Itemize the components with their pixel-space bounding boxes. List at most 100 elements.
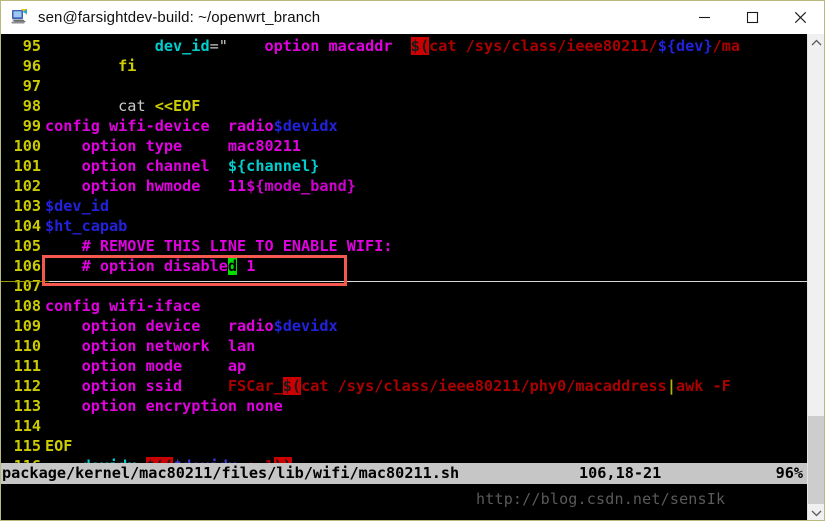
status-cursor-position: 106,18-21 [579, 464, 662, 482]
line-number: 96 [22, 57, 41, 75]
code-line[interactable]: 110 option network lan [1, 336, 807, 356]
code-token: radio [227, 117, 274, 135]
code-token: option mode [81, 357, 183, 375]
code-token: | [666, 377, 676, 395]
chevron-up-icon[interactable] [808, 34, 824, 51]
code-line[interactable]: 95 dev_id=" option macaddr $(cat /sys/cl… [1, 36, 807, 56]
vertical-scrollbar[interactable] [807, 34, 824, 520]
code-token: 11 [227, 177, 247, 195]
terminal-window: sen@farsightdev-build: ~/openwrt_branch … [0, 0, 825, 521]
code-token: $( [410, 37, 430, 55]
code-line[interactable]: 100 option type mac80211 [1, 136, 807, 156]
code-token: fi [118, 57, 137, 75]
code-token: option channel [81, 157, 210, 175]
line-number: 97 [22, 77, 41, 95]
line-number: 107 [13, 277, 41, 295]
code-token: $( [282, 377, 302, 395]
line-number: 98 [22, 97, 41, 115]
code-line[interactable]: 108 config wifi-iface [1, 296, 807, 316]
line-number: 104 [13, 217, 41, 235]
terminal-body[interactable]: 95 dev_id=" option macaddr $(cat /sys/cl… [1, 34, 807, 520]
code-line[interactable]: 96 fi [1, 56, 807, 76]
code-line[interactable]: 104 $ht_capab [1, 216, 807, 236]
code-line[interactable]: 106 # option disabled 1 [1, 256, 807, 276]
line-number: 114 [13, 417, 41, 435]
code-token: =" [209, 37, 228, 55]
code-token: /ma [712, 37, 740, 55]
code-line[interactable]: 101 option channel ${channel} [1, 156, 807, 176]
code-token: EOF [45, 437, 73, 455]
line-number: 100 [13, 137, 41, 155]
code-line[interactable]: 111 option mode ap [1, 356, 807, 376]
line-number: 113 [13, 397, 41, 415]
code-token: config wifi-device [45, 117, 210, 135]
code-token: ap [227, 357, 247, 375]
maximize-icon[interactable] [728, 1, 776, 34]
line-number: 106 [13, 257, 41, 275]
line-number: 108 [13, 297, 41, 315]
code-token: $devidx [273, 117, 338, 135]
code-token: cat [118, 97, 155, 115]
vim-buffer[interactable]: 95 dev_id=" option macaddr $(cat /sys/cl… [1, 36, 807, 476]
code-token: ${channel} [227, 157, 320, 175]
code-line[interactable]: 105 # REMOVE THIS LINE TO ENABLE WIFI: [1, 236, 807, 256]
line-number: 101 [13, 157, 41, 175]
code-token: option network [81, 337, 210, 355]
watermark-text: http://blog.csdn.net/sensIk [476, 490, 726, 508]
code-token: # REMOVE THIS LINE TO ENABLE WIFI: [81, 237, 393, 255]
status-file-path: package/kernel/mac80211/files/lib/wifi/m… [2, 464, 460, 482]
code-line[interactable]: 103 $dev_id [1, 196, 807, 216]
code-token: # option disable [81, 257, 228, 275]
close-icon[interactable] [776, 1, 824, 34]
line-number: 105 [13, 237, 41, 255]
code-line[interactable]: 109 option device radio$devidx [1, 316, 807, 336]
status-scroll-percent: 96% [775, 464, 803, 482]
code-line[interactable]: 107 [1, 276, 807, 296]
minimize-icon[interactable] [680, 1, 728, 34]
chevron-down-icon[interactable] [808, 504, 824, 520]
code-token: $ht_capab [45, 217, 128, 235]
code-token: option macaddr [264, 37, 393, 55]
code-line[interactable]: 102 option hwmode 11${mode_band} [1, 176, 807, 196]
code-token: radio [227, 317, 274, 335]
code-line[interactable]: 113 option encryption none [1, 396, 807, 416]
code-line[interactable]: 97 [1, 76, 807, 96]
line-number: 103 [13, 197, 41, 215]
code-token: lan [227, 337, 256, 355]
code-line[interactable]: 115 EOF [1, 436, 807, 456]
putty-computer-icon [10, 7, 30, 27]
code-token: cat /sys/class/ieee80211/ [429, 37, 658, 55]
code-line[interactable]: 114 [1, 416, 807, 436]
line-number: 102 [13, 177, 41, 195]
code-line[interactable]: 99 config wifi-device radio$devidx [1, 116, 807, 136]
code-token: option ssid [81, 377, 183, 395]
scrollbar-thumb[interactable] [808, 416, 824, 504]
code-token: dev_id [154, 37, 210, 55]
line-number: 99 [22, 117, 41, 135]
code-line[interactable]: 112 option ssid FSCar_$(cat /sys/class/i… [1, 376, 807, 396]
code-line[interactable]: 98 cat <<EOF [1, 96, 807, 116]
cursor-line-rule-gutter [1, 281, 49, 282]
code-token: config wifi-iface [45, 297, 201, 315]
line-number: 115 [13, 437, 41, 455]
code-token: mac80211 [227, 137, 302, 155]
code-token: 1 [237, 257, 256, 275]
code-token: option encryption none [81, 397, 283, 415]
code-token: $dev_id [45, 197, 110, 215]
